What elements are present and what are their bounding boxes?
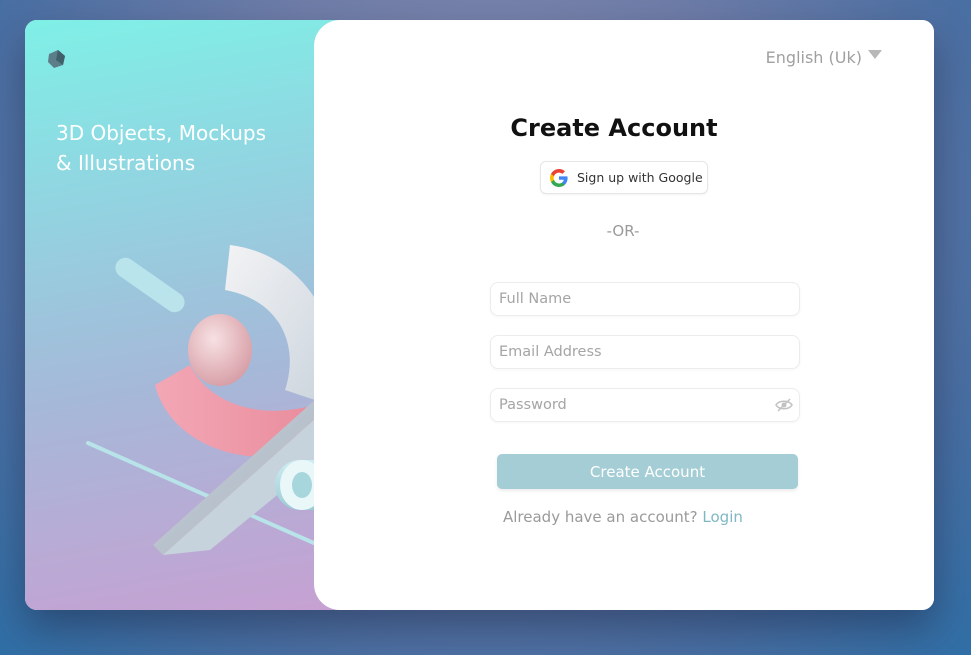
login-prompt-row: Already have an account? Login (503, 508, 743, 526)
google-signup-label: Sign up with Google (577, 170, 703, 185)
language-label: English (Uk) (765, 48, 862, 67)
password-field[interactable] (490, 388, 800, 422)
email-input[interactable] (491, 336, 799, 368)
hero-tagline: 3D Objects, Mockups & Illustrations (56, 121, 266, 175)
signup-card: 3D Objects, Mockups & Illustrations Engl… (25, 20, 934, 610)
form-panel: English (Uk) Create Account Sign up with… (314, 20, 934, 610)
login-prompt-text: Already have an account? (503, 508, 698, 526)
login-link[interactable]: Login (702, 508, 742, 526)
email-field[interactable] (490, 335, 800, 369)
eye-hidden-icon[interactable] (775, 398, 793, 412)
full-name-input[interactable] (491, 283, 799, 315)
language-selector[interactable]: English (Uk) (766, 48, 882, 67)
caret-down-icon (868, 50, 882, 59)
page-title: Create Account (510, 114, 718, 142)
full-name-field[interactable] (490, 282, 800, 316)
google-icon (550, 168, 568, 187)
create-account-button[interactable]: Create Account (497, 454, 798, 489)
or-divider: -OR- (606, 222, 640, 240)
google-signup-button[interactable]: Sign up with Google (540, 161, 708, 194)
password-input[interactable] (491, 389, 799, 421)
cube-logo-icon (48, 50, 65, 68)
